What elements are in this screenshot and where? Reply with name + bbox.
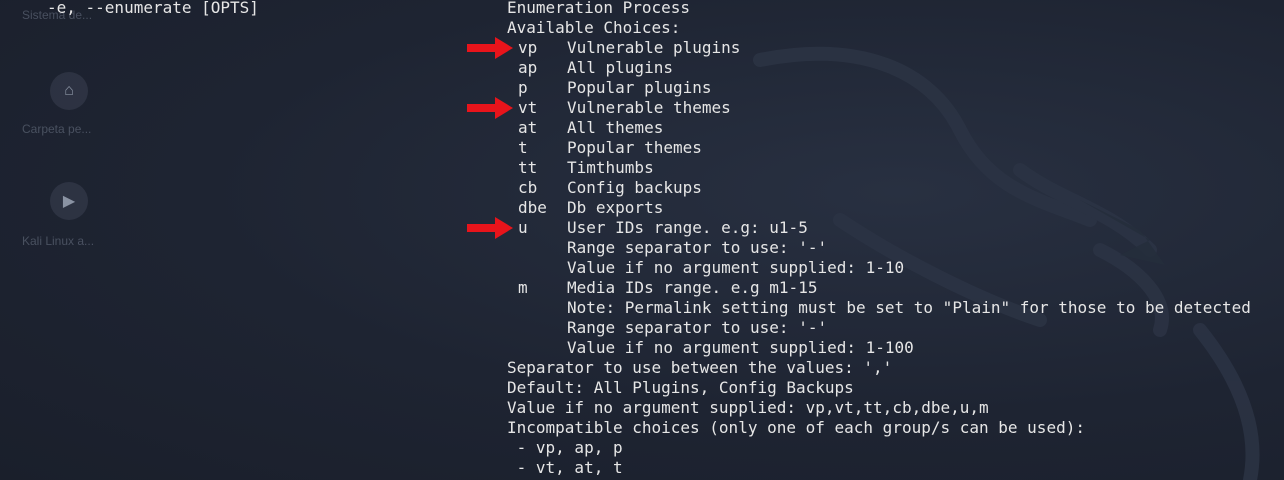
choice-description: All themes [567, 118, 664, 137]
red-arrow-icon [467, 37, 513, 59]
choice-key: ap [518, 58, 538, 77]
choice-description: Popular plugins [567, 78, 712, 97]
choices-heading: Available Choices: [507, 18, 681, 37]
choice-key: vp [518, 38, 538, 57]
choice-description: All plugins [567, 58, 673, 77]
choice-key: tt [518, 158, 538, 177]
choice-key: cb [518, 178, 538, 197]
choice-key: m [518, 278, 528, 297]
choice-description: Popular themes [567, 138, 702, 157]
footer-line: - vt, at, t [507, 458, 623, 477]
choice-description: Value if no argument supplied: 1-100 [567, 338, 914, 357]
option-flag: -e, --enumerate [OPTS] [47, 0, 259, 17]
footer-line: Separator to use between the values: ',' [507, 358, 893, 377]
choice-description: Db exports [567, 198, 664, 217]
choice-description: Media IDs range. e.g m1-15 [567, 278, 818, 297]
choice-description: Vulnerable themes [567, 98, 731, 117]
footer-line: Default: All Plugins, Config Backups [507, 378, 854, 397]
terminal-output: -e, --enumerate [OPTS] Enumeration Proce… [0, 0, 1284, 480]
choice-key: t [518, 138, 528, 157]
red-arrow-icon [467, 217, 513, 239]
footer-line: Incompatible choices (only one of each g… [507, 418, 1085, 437]
choice-description: Config backups [567, 178, 702, 197]
footer-line: Value if no argument supplied: vp,vt,tt,… [507, 398, 989, 417]
choice-key: u [518, 218, 528, 237]
choice-key: p [518, 78, 528, 97]
choice-description: Vulnerable plugins [567, 38, 741, 57]
choice-description: User IDs range. e.g: u1-5 [567, 218, 808, 237]
choice-description: Value if no argument supplied: 1-10 [567, 258, 905, 277]
choice-description: Range separator to use: '-' [567, 238, 828, 257]
red-arrow-icon [467, 97, 513, 119]
choice-description: Timthumbs [567, 158, 654, 177]
choice-key: vt [518, 98, 538, 117]
footer-line: - vp, ap, p [507, 438, 623, 457]
choice-description: Range separator to use: '-' [567, 318, 828, 337]
choice-description: Note: Permalink setting must be set to "… [567, 298, 1251, 317]
choice-key: dbe [518, 198, 547, 217]
section-heading: Enumeration Process [507, 0, 691, 17]
choice-key: at [518, 118, 538, 137]
